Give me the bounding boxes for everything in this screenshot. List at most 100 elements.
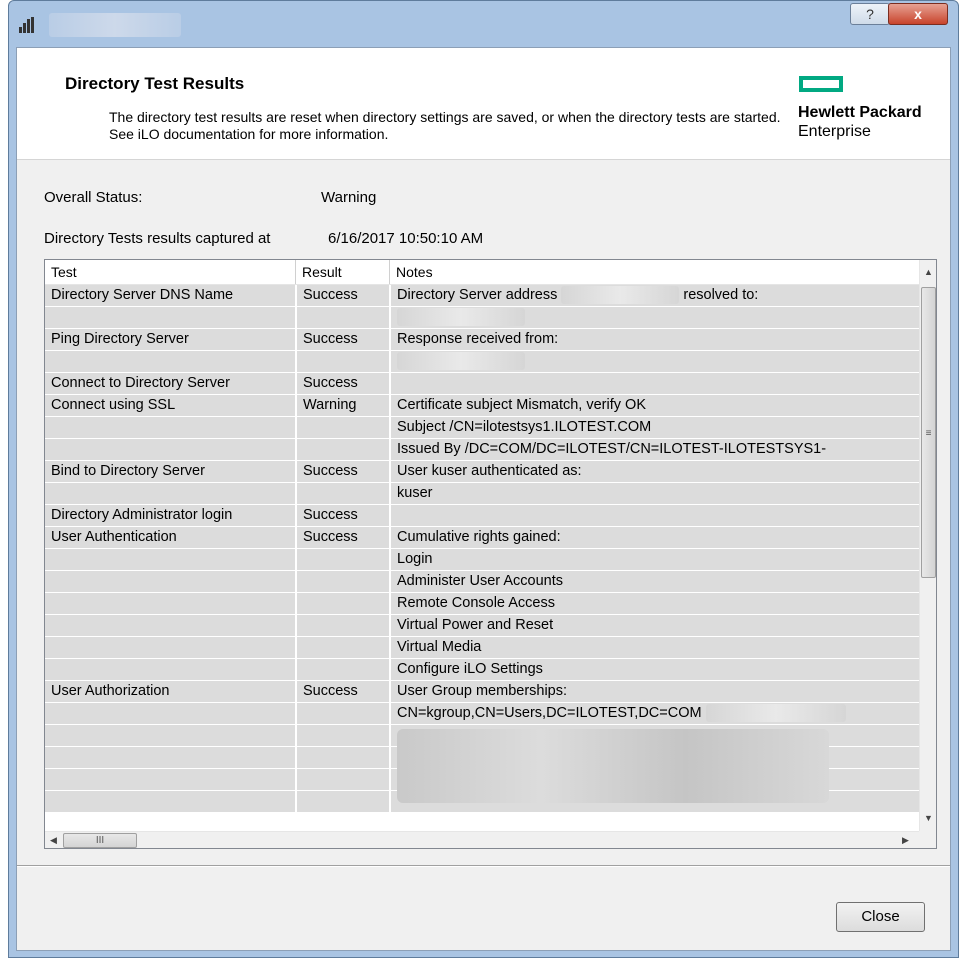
footer-divider-highlight [17, 866, 950, 867]
cell-text: User kuser authenticated as: [397, 463, 582, 479]
cell-test [45, 307, 295, 328]
vertical-scroll-thumb[interactable]: ≡ [921, 287, 936, 578]
cell-test [45, 725, 295, 746]
table-row[interactable]: Connect to Directory Server Success [45, 373, 919, 395]
cell-notes [391, 351, 919, 372]
table-row[interactable]: kuser [45, 483, 919, 505]
dialog-window: ? x Directory Test Results The directory… [8, 0, 959, 958]
logo-text-line1: Hewlett Packard [798, 104, 922, 121]
redacted-memberships [397, 729, 829, 803]
cell-test: Connect to Directory Server [45, 373, 295, 394]
cell-result [297, 439, 389, 460]
cell-test [45, 791, 295, 812]
cell-notes: CN=kgroup,CN=Users,DC=ILOTEST,DC=COM [391, 703, 919, 724]
cell-notes: Response received from: [391, 329, 919, 350]
table-row[interactable]: Bind to Directory Server Success User kuse… [45, 461, 919, 483]
cell-result: Success [297, 527, 389, 548]
table-row[interactable]: Issued By /DC=COM/DC=ILOTEST/CN=ILOTEST-… [45, 439, 919, 461]
cell-test [45, 769, 295, 790]
cell-test: Connect using SSL [45, 395, 295, 416]
table-row[interactable]: Administer User Accounts [45, 571, 919, 593]
cell-text: Success [303, 375, 358, 391]
redacted-group [705, 704, 846, 723]
cell-text-suffix: resolved to: [683, 287, 759, 303]
cell-result [297, 483, 389, 504]
redacted-address [397, 352, 525, 371]
table-row[interactable]: Remote Console Access [45, 593, 919, 615]
table-row[interactable]: Virtual Media [45, 637, 919, 659]
table-row[interactable] [45, 307, 919, 329]
cell-result [297, 351, 389, 372]
column-header-test[interactable]: Test [45, 260, 296, 284]
cell-test [45, 483, 295, 504]
cell-text: Configure iLO Settings [397, 661, 543, 677]
table-row[interactable]: User Authentication Success Cumulative rig… [45, 527, 919, 549]
horizontal-scrollbar[interactable]: ◀ III ▶ [45, 831, 919, 848]
cell-result: Success [297, 285, 389, 306]
column-header-result[interactable]: Result [296, 260, 390, 284]
cell-notes: User kuser authenticated as: [391, 461, 919, 482]
scroll-down-arrow-icon[interactable]: ▼ [920, 810, 936, 827]
cell-test: Directory Server DNS Name [45, 285, 295, 306]
cell-notes: kuser [391, 483, 919, 504]
cell-text: CN=kgroup,CN=Users,DC=ILOTEST,DC=COM [397, 705, 702, 721]
window-close-button[interactable]: x [888, 3, 948, 25]
cell-result [297, 593, 389, 614]
header-description: The directory test results are reset whe… [109, 109, 781, 142]
cell-test [45, 615, 295, 636]
scroll-left-arrow-icon[interactable]: ◀ [45, 832, 62, 848]
table-row[interactable]: Subject /CN=ilotestsys1.ILOTEST.COM [45, 417, 919, 439]
cell-result [297, 307, 389, 328]
cell-notes: Administer User Accounts [391, 571, 919, 592]
cell-result [297, 549, 389, 570]
table-row[interactable]: Configure iLO Settings [45, 659, 919, 681]
cell-text: Virtual Power and Reset [397, 617, 554, 633]
scroll-up-arrow-icon[interactable]: ▲ [920, 264, 936, 281]
horizontal-scroll-thumb[interactable]: III [63, 833, 137, 848]
cell-test: User Authentication [45, 527, 295, 548]
scroll-right-arrow-icon[interactable]: ▶ [897, 832, 914, 848]
cell-test [45, 703, 295, 724]
scroll-corner [919, 831, 936, 848]
captured-value: 6/16/2017 10:50:10 AM [328, 230, 484, 247]
table-row[interactable]: Virtual Power and Reset [45, 615, 919, 637]
cell-notes [391, 373, 919, 394]
cell-result: Warning [297, 395, 389, 416]
cell-result [297, 725, 389, 746]
cell-notes: Subject /CN=ilotestsys1.ILOTEST.COM [391, 417, 919, 438]
redacted-address [397, 308, 525, 327]
table-row[interactable]: Connect using SSL Warning Certificate subj… [45, 395, 919, 417]
table-row[interactable]: User Authorization Success User Group memb… [45, 681, 919, 703]
cell-text: Virtual Media [397, 639, 482, 655]
table-row[interactable]: Login [45, 549, 919, 571]
cell-result [297, 791, 389, 812]
close-button[interactable]: Close [836, 902, 925, 932]
cell-result: Success [297, 505, 389, 526]
cell-result: Success [297, 681, 389, 702]
cell-notes: Issued By /DC=COM/DC=ILOTEST/CN=ILOTEST-… [391, 439, 919, 460]
cell-test [45, 659, 295, 680]
cell-text: Connect to Directory Server [51, 375, 230, 391]
title-bar: ? x [9, 1, 958, 47]
table-row[interactable]: Directory Server DNS Name Success Director… [45, 285, 919, 307]
window-title-redacted [49, 13, 181, 37]
cell-text: Success [303, 287, 358, 303]
table-row[interactable]: Directory Administrator login Success [45, 505, 919, 527]
cell-result: Success [297, 329, 389, 350]
cell-notes: Remote Console Access [391, 593, 919, 614]
table-row[interactable] [45, 351, 919, 373]
column-header-notes[interactable]: Notes [390, 260, 919, 284]
cell-result [297, 703, 389, 724]
cell-text: Success [303, 529, 358, 545]
vertical-scrollbar[interactable]: ▲ ≡ ▼ [919, 260, 936, 831]
cell-notes: Virtual Power and Reset [391, 615, 919, 636]
table-row[interactable]: Ping Directory Server Success Response rec… [45, 329, 919, 351]
page-title: Directory Test Results [65, 74, 245, 93]
cell-text: Login [397, 551, 433, 567]
table-row[interactable]: CN=kgroup,CN=Users,DC=ILOTEST,DC=COM [45, 703, 919, 725]
cell-text: Subject /CN=ilotestsys1.ILOTEST.COM [397, 419, 652, 435]
help-button[interactable]: ? [850, 3, 890, 25]
redacted-address [561, 286, 680, 305]
cell-text: Directory Server address [397, 287, 558, 303]
results-table[interactable]: Test Result Notes Directory Server DNS N… [44, 259, 937, 849]
